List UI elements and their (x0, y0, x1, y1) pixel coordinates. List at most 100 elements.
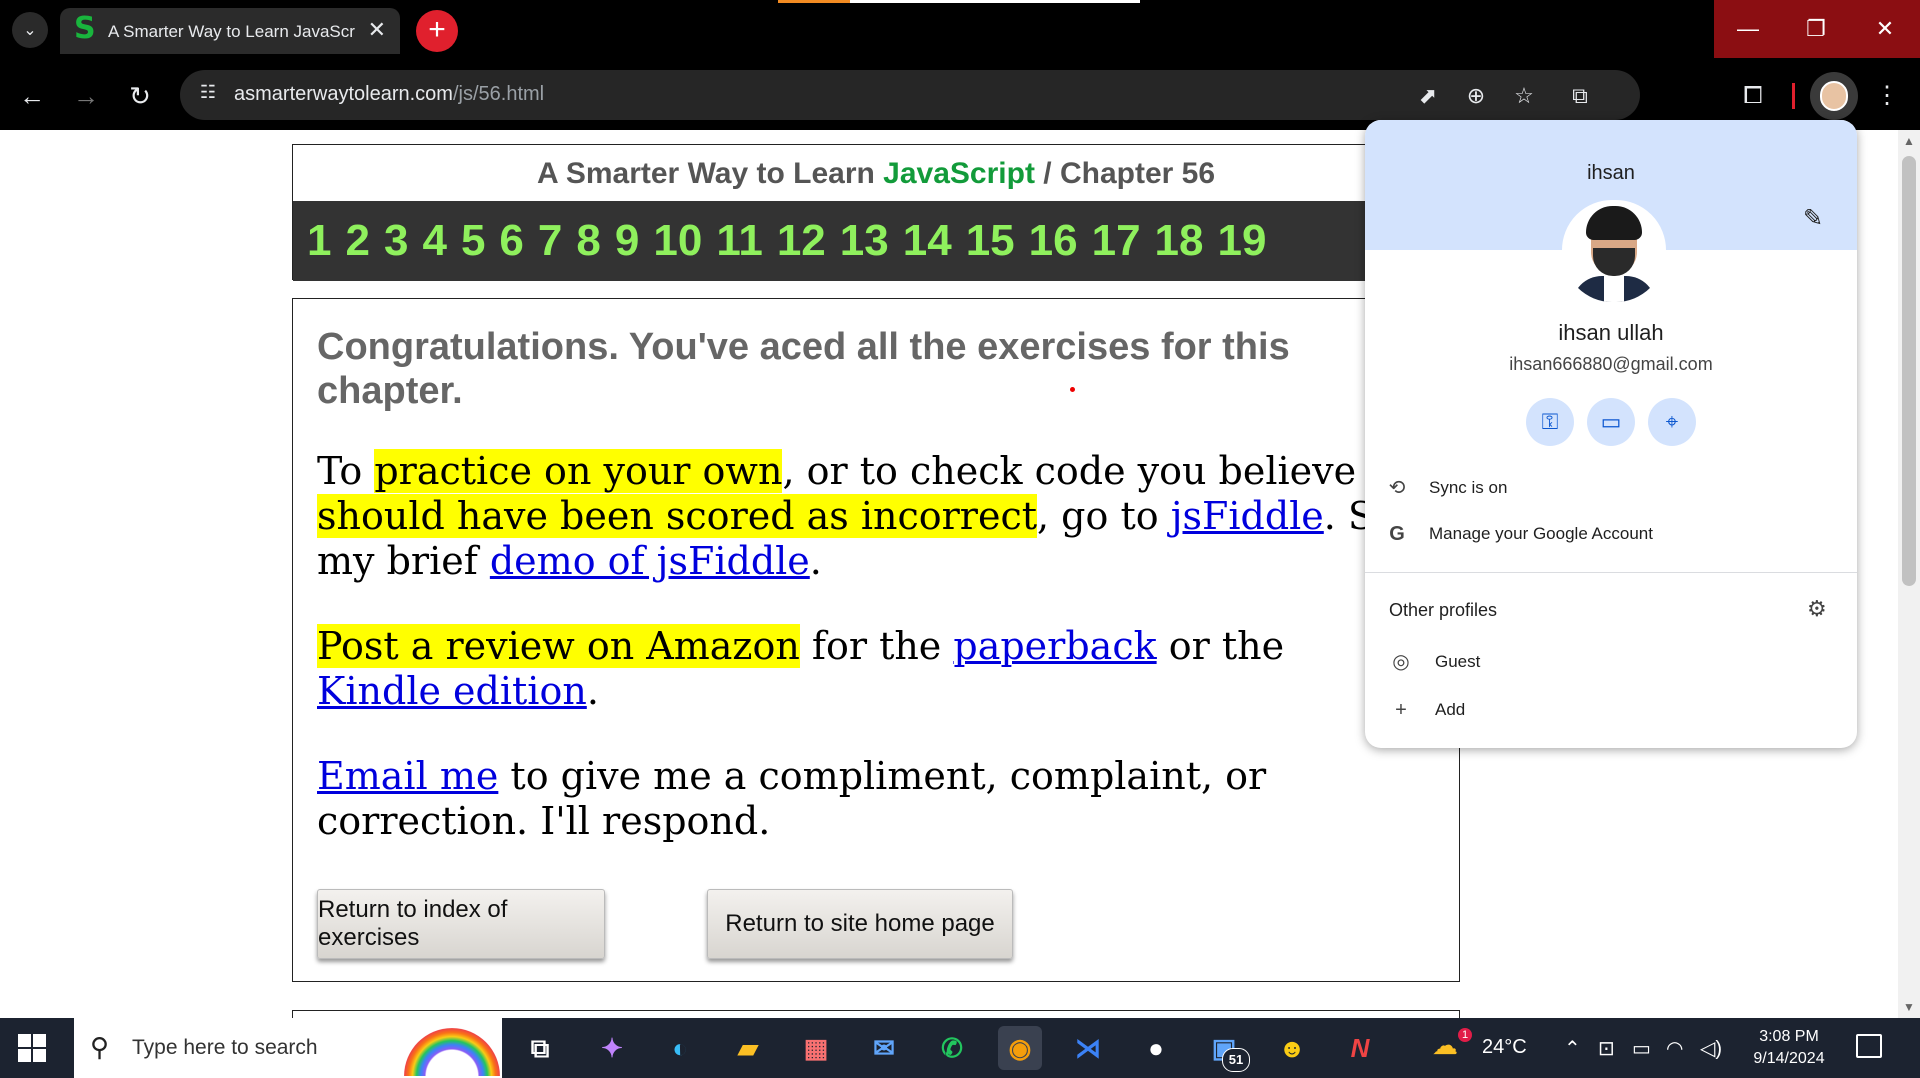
meet-now-icon[interactable]: ⊡ (1598, 1036, 1615, 1061)
volume-icon[interactable]: ◁) (1700, 1036, 1722, 1061)
chapter-link[interactable]: 19 (1218, 201, 1267, 281)
tab-close-icon[interactable]: ✕ (368, 17, 386, 43)
chapter-header: A Smarter Way to Learn JavaScript / Chap… (292, 144, 1460, 281)
url-text[interactable]: asmarterwaytolearn.com/js/56.html (234, 83, 544, 106)
forward-button[interactable]: → (68, 78, 104, 114)
edge-icon[interactable]: ◐ (658, 1026, 702, 1070)
chapter-link[interactable]: 15 (966, 201, 1015, 281)
chapter-link[interactable]: 5 (461, 201, 485, 281)
back-button[interactable]: ← (14, 78, 50, 114)
chapter-link[interactable]: 13 (840, 201, 889, 281)
add-profile-row[interactable]: + Add (1365, 688, 1857, 732)
chapter-link[interactable]: 8 (576, 201, 600, 281)
email-me-link[interactable]: Email me (317, 754, 498, 798)
p1-text-3: , go to (1037, 494, 1171, 538)
mail-icon[interactable]: ✉ (862, 1026, 906, 1070)
scroll-down-icon[interactable]: ▼ (1898, 996, 1920, 1018)
chapter-link[interactable]: 2 (345, 201, 369, 281)
clock[interactable]: 3:08 PM 9/14/2024 (1744, 1026, 1834, 1070)
wifi-icon[interactable]: ◠ (1666, 1036, 1683, 1061)
scroll-up-icon[interactable]: ▲ (1898, 130, 1920, 152)
weather-temp[interactable]: 24°C (1482, 1036, 1527, 1059)
chapter-link[interactable]: 3 (384, 201, 408, 281)
restore-button[interactable]: ❐ (1782, 0, 1850, 58)
cursor-dot (1070, 387, 1075, 392)
paperback-link[interactable]: paperback (953, 624, 1156, 668)
photo-hair (1586, 206, 1642, 240)
weather-badge: 1 (1458, 1028, 1472, 1042)
file-explorer-icon[interactable]: ▰ (726, 1026, 770, 1070)
payment-card-icon[interactable]: ▭ (1587, 398, 1635, 446)
site-favicon-icon: S (74, 11, 96, 46)
chapter-link[interactable]: 6 (499, 201, 523, 281)
tab-search-button[interactable]: ⌄ (12, 12, 48, 48)
bookmark-star-icon[interactable]: ☆ (1510, 82, 1538, 110)
photo-shirt (1604, 276, 1624, 302)
manage-account-row[interactable]: G Manage your Google Account (1365, 512, 1857, 556)
chapter-link[interactable]: 4 (422, 201, 446, 281)
sync-row[interactable]: ⟲ Sync is on (1365, 466, 1857, 510)
p2-highlight: Post a review on Amazon (317, 624, 800, 668)
manage-profiles-gear-icon[interactable]: ⚙ (1807, 596, 1827, 622)
site-info-icon[interactable]: ☷ (194, 82, 222, 110)
chapter-link[interactable]: 16 (1029, 201, 1078, 281)
chapter-link[interactable]: 10 (653, 201, 702, 281)
jsfiddle-link[interactable]: jsFiddle (1171, 494, 1324, 538)
tray-chevron-up-icon[interactable]: ⌃ (1564, 1036, 1581, 1061)
p1-highlight-1: practice on your own (374, 449, 783, 493)
open-in-app-icon[interactable]: ⧉ (1566, 82, 1594, 110)
chrome-icon[interactable]: ◉ (998, 1026, 1042, 1070)
github-icon[interactable]: ● (1134, 1026, 1178, 1070)
tab-title: A Smarter Way to Learn JavaScr (108, 22, 355, 41)
url-domain: asmarterwaytolearn.com (234, 83, 453, 105)
passwords-key-icon[interactable]: ⚿ (1526, 398, 1574, 446)
browser-tab[interactable]: S A Smarter Way to Learn JavaScr ✕ (60, 8, 400, 54)
return-index-button[interactable]: Return to index of exercises (317, 889, 605, 959)
whatsapp-icon[interactable]: ✆ (930, 1026, 974, 1070)
addresses-pin-icon[interactable]: ⌖ (1648, 398, 1696, 446)
copilot-icon[interactable]: ✦ (590, 1026, 634, 1070)
new-tab-button[interactable]: + (416, 10, 458, 52)
snapchat-icon[interactable]: ☻ (1270, 1026, 1314, 1070)
page-scrollbar[interactable]: ▲ ▼ (1898, 130, 1920, 1018)
extensions-icon[interactable]: ⧠ (1736, 79, 1770, 113)
jsfiddle-demo-link[interactable]: demo of jsFiddle (490, 539, 810, 583)
start-windows-icon[interactable] (18, 1034, 46, 1062)
news-app-icon[interactable]: N (1338, 1026, 1382, 1070)
chapter-link[interactable]: 7 (538, 201, 562, 281)
chapter-link[interactable]: 9 (615, 201, 639, 281)
edit-pencil-icon[interactable]: ✎ (1803, 204, 1823, 233)
menu-kebab-icon[interactable]: ⋮ (1870, 79, 1904, 113)
close-window-button[interactable]: ✕ (1850, 0, 1920, 58)
reload-button[interactable]: ↻ (122, 78, 158, 114)
vscode-icon[interactable]: ⋊ (1066, 1026, 1110, 1070)
page-title: A Smarter Way to Learn JavaScript / Chap… (293, 157, 1459, 191)
chapter-link[interactable]: 18 (1155, 201, 1204, 281)
chapter-link[interactable]: 17 (1092, 201, 1141, 281)
minimize-button[interactable]: — (1714, 0, 1782, 58)
email-paragraph: Email me to give me a compliment, compla… (317, 754, 1437, 844)
profile-avatar-button[interactable] (1810, 72, 1858, 120)
microsoft-store-icon[interactable]: ▦ (794, 1026, 838, 1070)
chapter-link[interactable]: 14 (903, 201, 952, 281)
kindle-edition-link[interactable]: Kindle edition (317, 669, 587, 713)
task-view-icon[interactable]: ⧉ (518, 1026, 562, 1070)
guest-profile-row[interactable]: ◎ Guest (1365, 640, 1857, 684)
sync-icon: ⟲ (1388, 477, 1406, 499)
open-in-new-icon[interactable]: ⬈ (1414, 82, 1442, 110)
p2-text-2: or the (1156, 624, 1285, 668)
chevron-down-icon: ⌄ (23, 22, 37, 39)
notifications-icon[interactable] (1856, 1034, 1882, 1058)
chapter-link[interactable]: 1 (307, 201, 331, 281)
chapter-link[interactable]: 12 (777, 201, 826, 281)
return-home-button[interactable]: Return to site home page (707, 889, 1013, 959)
chapter-link[interactable]: 11 (716, 201, 763, 281)
weather-icon[interactable]: ☁ (1432, 1030, 1458, 1061)
content-panel: Congratulations. You've aced all the exe… (292, 298, 1460, 982)
taskbar-search[interactable]: ⚲ Type here to search (74, 1018, 502, 1078)
title-brand: JavaScript (883, 157, 1035, 190)
battery-icon[interactable]: ▭ (1632, 1036, 1651, 1061)
address-bar[interactable]: ☷ asmarterwaytolearn.com/js/56.html ⧉ ⬈ … (180, 70, 1640, 120)
zoom-icon[interactable]: ⊕ (1462, 82, 1490, 110)
scroll-thumb[interactable] (1902, 156, 1916, 586)
